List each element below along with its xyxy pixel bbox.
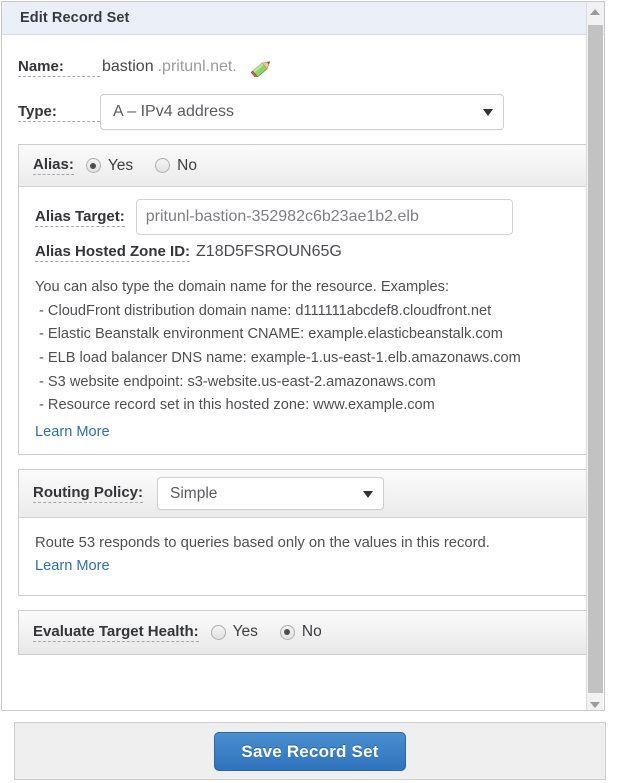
name-value: bastion [102, 58, 154, 75]
scroll-up-arrow-icon[interactable] [587, 3, 603, 20]
radio-icon [279, 624, 295, 640]
evaluate-target-health-radio-group: Yes No [210, 623, 344, 641]
help-item: - Elastic Beanstalk environment CNAME: e… [39, 326, 503, 343]
edit-record-set-panel: Edit Record Set Name: bastion .pritunl.n… [1, 1, 605, 711]
name-row: Name: bastion .pritunl.net. [18, 50, 588, 84]
scroll-down-arrow-icon[interactable] [587, 696, 603, 710]
type-row: Type: A – IPv4 address [18, 94, 588, 130]
record-type-select[interactable]: A – IPv4 address [100, 94, 504, 130]
help-intro: You can also type the domain name for th… [35, 279, 449, 295]
chevron-down-icon [483, 109, 493, 116]
alias-hosted-zone-row: Alias Hosted Zone ID: Z18D5FSROUN65G [35, 243, 571, 262]
eth-option-yes-label: Yes [232, 623, 258, 641]
evaluate-target-health-section: Evaluate Target Health: Yes No [18, 609, 588, 655]
alias-target-value: pritunl-bastion-352982c6b23ae1b2.elb [145, 208, 419, 225]
edit-record-set-screen: Edit Record Set Name: bastion .pritunl.n… [0, 0, 623, 783]
eth-option-yes[interactable]: Yes [210, 623, 258, 641]
name-suffix: .pritunl.net. [157, 58, 237, 75]
help-item: - Resource record set in this hosted zon… [39, 397, 435, 414]
pencil-icon[interactable] [250, 57, 276, 79]
alias-learn-more-link[interactable]: Learn More [35, 421, 110, 445]
save-record-set-button[interactable]: Save Record Set [214, 731, 406, 771]
routing-policy-header: Routing Policy: Simple [19, 470, 587, 519]
alias-option-no-label: No [177, 156, 197, 174]
help-item: - S3 website endpoint: s3-website.us-eas… [39, 373, 436, 390]
panel-header: Edit Record Set [2, 2, 604, 35]
alias-label: Alias: [33, 156, 74, 175]
radio-icon [155, 158, 171, 173]
panel-body: Name: bastion .pritunl.net. Type: A – IP… [2, 50, 604, 655]
radio-icon [210, 624, 226, 640]
scrollbar-thumb[interactable] [588, 25, 603, 693]
alias-target-label: Alias Target: [35, 207, 125, 227]
alias-option-yes-label: Yes [107, 156, 134, 174]
alias-option-no[interactable]: No [155, 157, 197, 175]
record-type-value: A – IPv4 address [113, 103, 234, 120]
eth-option-no-label: No [301, 623, 322, 641]
help-item: - ELB load balancer DNS name: example-1.… [39, 349, 521, 366]
footer-bar: Save Record Set [14, 722, 606, 780]
alias-option-yes[interactable]: Yes [85, 156, 134, 175]
eth-option-no[interactable]: No [279, 623, 322, 641]
page-title: Edit Record Set [20, 10, 130, 26]
routing-policy-learn-more-link[interactable]: Learn More [35, 558, 110, 574]
alias-hosted-zone-value: Z18D5FSROUN65G [196, 243, 342, 260]
alias-radio-group: Yes No [85, 156, 219, 175]
vertical-scrollbar[interactable] [586, 3, 603, 710]
routing-policy-select[interactable]: Simple [157, 477, 384, 511]
alias-target-input[interactable]: pritunl-bastion-352982c6b23ae1b2.elb [135, 199, 513, 235]
help-item: - CloudFront distribution domain name: d… [39, 302, 492, 319]
alias-target-row: Alias Target: pritunl-bastion-352982c6b2… [35, 199, 571, 235]
routing-policy-label: Routing Policy: [33, 484, 143, 504]
routing-policy-section: Routing Policy: Simple Route 53 responds… [18, 469, 588, 596]
alias-section: Alias: Yes No Alias Target: pritunl-bast… [18, 144, 588, 456]
routing-policy-body: Route 53 responds to queries based only … [19, 518, 587, 595]
routing-policy-value: Simple [170, 484, 218, 502]
evaluate-target-health-label: Evaluate Target Health: [33, 622, 199, 642]
type-label: Type: [18, 103, 100, 122]
alias-section-body: Alias Target: pritunl-bastion-352982c6b2… [19, 187, 587, 455]
name-label: Name: [18, 58, 100, 77]
alias-help-text: You can also type the domain name for th… [35, 276, 571, 444]
alias-section-header: Alias: Yes No [19, 145, 587, 187]
chevron-down-icon [363, 490, 373, 498]
routing-policy-description: Route 53 responds to queries based only … [35, 535, 490, 552]
radio-icon [85, 158, 101, 173]
alias-hosted-zone-label: Alias Hosted Zone ID: [35, 243, 191, 262]
